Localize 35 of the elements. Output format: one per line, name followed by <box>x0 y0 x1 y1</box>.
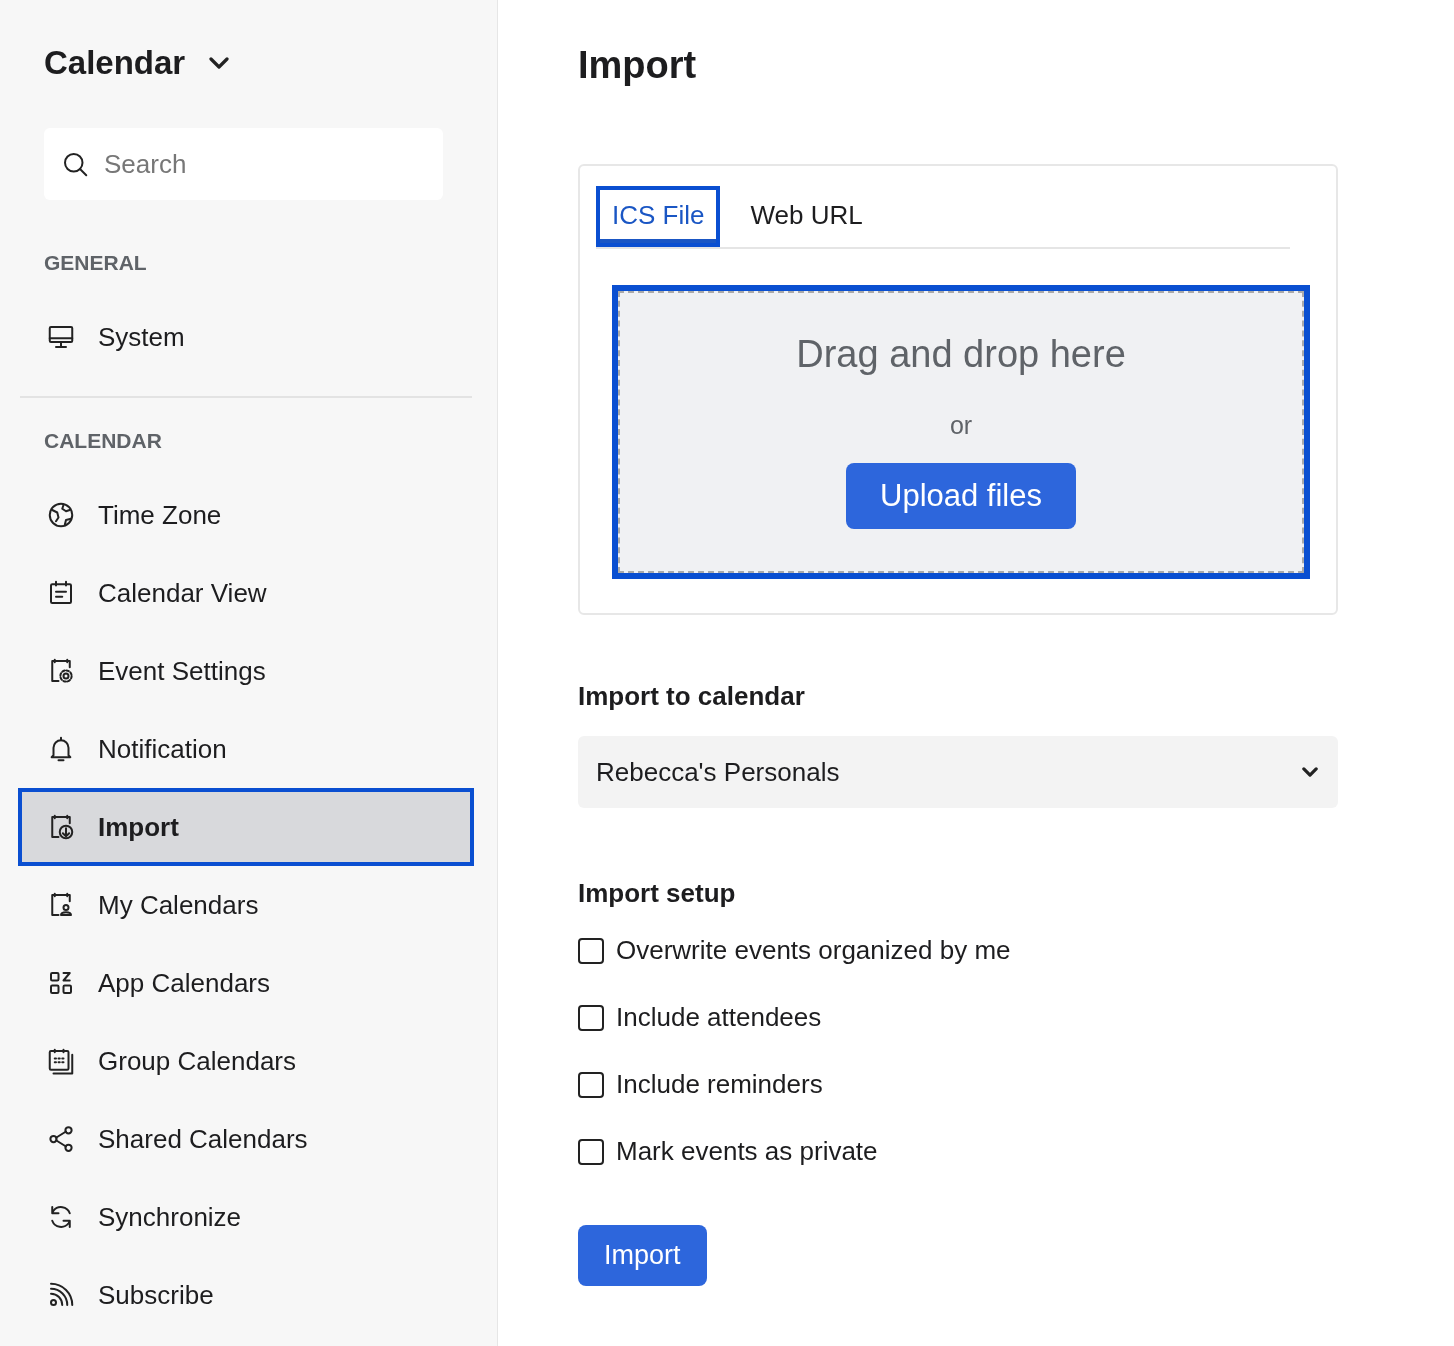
checkbox-option[interactable]: Mark events as private <box>578 1118 1338 1185</box>
section-heading: CALENDAR <box>44 428 163 454</box>
import-button[interactable]: Import <box>578 1225 707 1286</box>
calendar-select[interactable]: Rebecca's Personals <box>578 736 1338 808</box>
chevron-down-icon <box>1302 767 1318 777</box>
section-label: Import setup <box>578 877 737 910</box>
sidebar-item[interactable]: App Calendars <box>18 944 474 1022</box>
sidebar-item[interactable]: Notification <box>18 710 474 788</box>
section-heading: GENERAL <box>44 250 148 276</box>
tab[interactable]: Web URL <box>734 186 879 247</box>
sidebar-item[interactable]: Import <box>18 788 474 866</box>
drop-zone-text: Drag and drop here <box>796 332 1126 377</box>
field-label: Import to calendar <box>578 680 806 713</box>
sidebar-item[interactable]: Event Settings <box>18 632 474 710</box>
page-title: Import <box>578 43 698 88</box>
sidebar-item[interactable]: Subscribe <box>18 1256 474 1334</box>
tab[interactable]: ICS File <box>596 186 721 247</box>
globe-icon <box>46 500 76 530</box>
sidebar-item[interactable]: System <box>18 298 474 376</box>
search-field[interactable]: Search <box>44 128 443 200</box>
checkbox-option[interactable]: Overwrite events organized by me <box>578 917 1338 984</box>
sidebar-item[interactable]: Synchronize <box>18 1178 474 1256</box>
sidebar-item[interactable]: Group Calendars <box>18 1022 474 1100</box>
sidebar-item[interactable]: Shared Calendars <box>18 1100 474 1178</box>
checkbox-option[interactable]: Include attendees <box>578 984 1338 1051</box>
checkbox-option[interactable]: Include reminders <box>578 1051 1338 1118</box>
sidebar-title: Calendar <box>44 43 186 83</box>
share-icon <box>46 1124 76 1154</box>
upload-button[interactable]: Upload files <box>846 462 1076 529</box>
sidebar-item[interactable]: Calendar View <box>18 554 474 632</box>
chevron-down-icon <box>209 57 230 69</box>
sidebar-item[interactable]: My Calendars <box>18 866 474 944</box>
calendars-icon <box>46 1046 76 1076</box>
or-text: or <box>949 410 973 441</box>
sidebar-item[interactable]: Time Zone <box>18 476 474 554</box>
